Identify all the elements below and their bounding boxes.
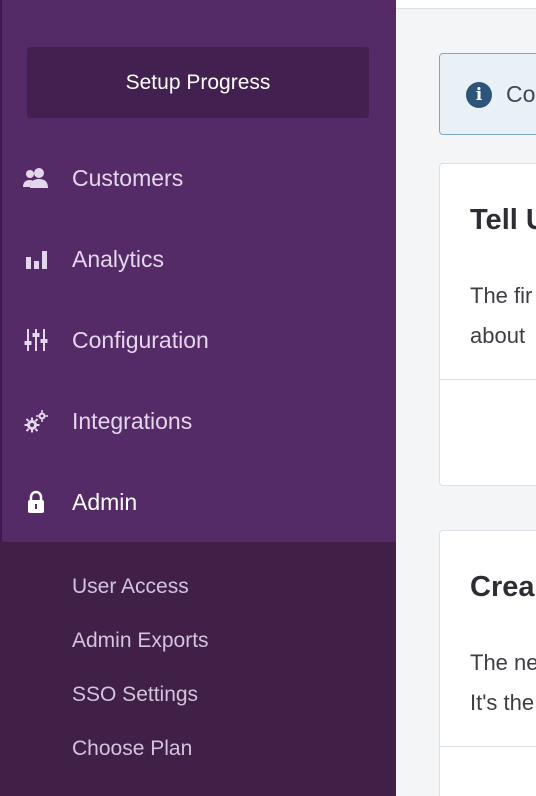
main-content: i Co Tell U The fir about Crea The ne It… (396, 0, 536, 796)
subnav-item-user-access[interactable]: User Access (72, 575, 189, 599)
card-body-line: The ne (470, 650, 536, 675)
card-title: Crea (470, 571, 535, 603)
subnav-item-admin-exports[interactable]: Admin Exports (72, 629, 209, 653)
sidebar-item-label: Integrations (72, 407, 193, 434)
bar-chart-icon (22, 245, 50, 273)
setup-progress-label: Setup Progress (125, 70, 271, 94)
card-tell-us: Tell U The fir about (439, 163, 536, 486)
sidebar-item-label: Customers (72, 164, 184, 191)
sidebar-item-label: Configuration (72, 326, 209, 353)
setup-progress-button[interactable]: Setup Progress (27, 47, 369, 118)
gears-icon (22, 407, 50, 435)
card-divider (440, 746, 536, 747)
card-body-line: It's the (470, 690, 535, 715)
sidebar-item-customers[interactable]: Customers (0, 148, 396, 208)
top-bar (396, 0, 536, 9)
sidebar-item-integrations[interactable]: Integrations (0, 391, 396, 451)
sidebar: Setup Progress Customers Analytics Confi… (0, 0, 396, 796)
subnav-item-choose-plan[interactable]: Choose Plan (72, 737, 192, 761)
sliders-icon (22, 326, 50, 354)
sidebar-item-configuration[interactable]: Configuration (0, 310, 396, 370)
card-body: The ne It's the (470, 643, 536, 723)
subnav-item-sso-settings[interactable]: SSO Settings (72, 683, 198, 707)
card-create: Crea The ne It's the (439, 530, 536, 796)
card-body: The fir about (470, 276, 532, 356)
info-icon: i (466, 82, 492, 108)
card-body-line: The fir (470, 283, 533, 308)
users-icon (22, 164, 50, 192)
lock-icon (22, 488, 50, 516)
sidebar-item-admin[interactable]: Admin (0, 472, 396, 532)
info-alert: i Co (439, 53, 536, 135)
admin-subnav: User Access Admin Exports SSO Settings C… (0, 542, 396, 796)
sidebar-item-label: Analytics (72, 245, 165, 272)
card-divider (440, 379, 536, 380)
card-title: Tell U (470, 204, 536, 236)
sidebar-item-label: Admin (72, 488, 138, 515)
card-body-line: about (470, 323, 526, 348)
alert-text: Co (506, 81, 536, 107)
sidebar-item-analytics[interactable]: Analytics (0, 229, 396, 289)
